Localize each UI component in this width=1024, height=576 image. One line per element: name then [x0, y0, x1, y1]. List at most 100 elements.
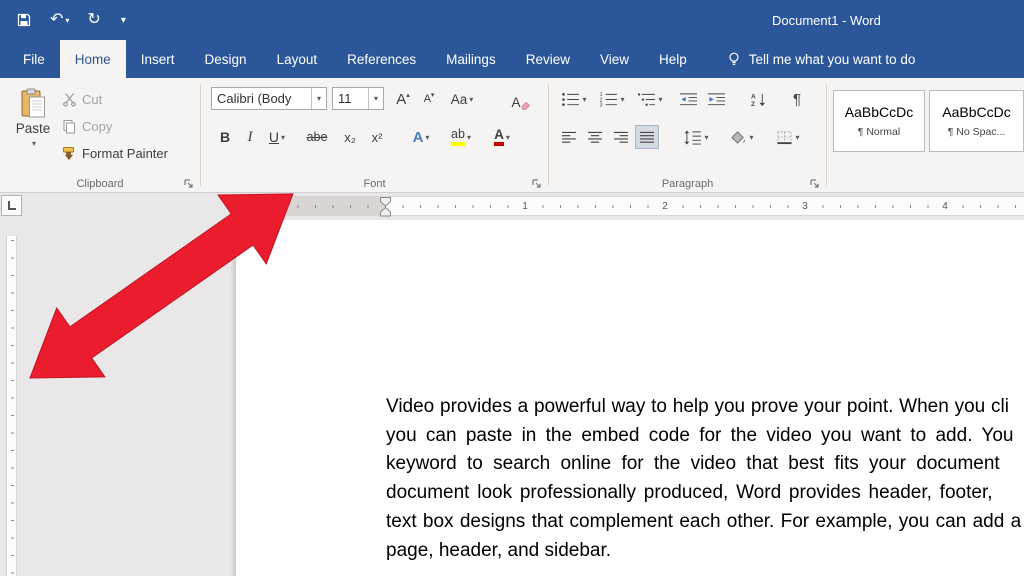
paste-button[interactable]: Paste ▾: [8, 84, 58, 172]
change-case-button[interactable]: Aa ▾: [445, 87, 479, 111]
align-center-icon: [588, 131, 602, 143]
align-left-icon: [562, 131, 576, 143]
vertical-ruler[interactable]: [6, 236, 17, 576]
bullets-button[interactable]: ▾: [557, 87, 591, 111]
align-center-button[interactable]: [583, 125, 607, 149]
font-name-combo[interactable]: Calibri (Body ▾: [211, 87, 327, 110]
dialog-launcher-icon: [810, 179, 819, 188]
show-paragraph-marks-button[interactable]: ¶: [785, 87, 809, 111]
font-name-dropdown-icon[interactable]: ▾: [311, 88, 326, 109]
highlight-button[interactable]: ab ▾: [443, 125, 479, 149]
highlight-dropdown-icon[interactable]: ▾: [467, 133, 471, 142]
increase-indent-button[interactable]: [703, 87, 729, 111]
font-dialog-launcher[interactable]: [531, 176, 543, 188]
decrease-indent-button[interactable]: [675, 87, 701, 111]
tab-view[interactable]: View: [585, 40, 644, 78]
line-spacing-dropdown-icon[interactable]: ▾: [704, 133, 708, 142]
shading-dropdown-icon[interactable]: ▾: [749, 133, 753, 142]
grow-font-label: A: [396, 90, 407, 108]
copy-icon: [63, 119, 75, 133]
align-right-button[interactable]: [609, 125, 633, 149]
line-spacing-icon: [685, 129, 702, 145]
text-effects-dropdown-icon[interactable]: ▾: [425, 133, 429, 142]
text-effects-label: A: [412, 128, 424, 146]
borders-button[interactable]: ▾: [771, 125, 805, 149]
undo-dropdown-icon[interactable]: ▾: [65, 16, 69, 25]
paragraph-dialog-launcher[interactable]: [809, 176, 821, 188]
horizontal-ruler[interactable]: 1 1 2 3 4: [235, 196, 1024, 217]
format-painter-button[interactable]: Format Painter: [62, 142, 168, 164]
strikethrough-button[interactable]: abe: [301, 125, 333, 149]
clipboard-dialog-launcher[interactable]: [183, 176, 195, 188]
tab-help[interactable]: Help: [644, 40, 702, 78]
font-name-value: Calibri (Body: [217, 91, 292, 106]
shrink-font-button[interactable]: A ▾: [417, 87, 441, 111]
text-effects-button[interactable]: A ▾: [405, 125, 437, 149]
redo-button[interactable]: ↻: [87, 12, 100, 28]
indent-markers[interactable]: [379, 197, 392, 217]
dialog-launcher-icon: [532, 179, 541, 188]
shrink-font-label: A: [423, 93, 431, 105]
tab-stop-selector[interactable]: [1, 195, 22, 216]
change-case-label: Aa: [450, 91, 468, 107]
lightbulb-icon: [729, 52, 739, 65]
tab-review[interactable]: Review: [511, 40, 585, 78]
title-bar: ↶ ▾ ↻ ▾ Document1 - Word: [0, 0, 1024, 40]
style-normal[interactable]: AaBbCcDc ¶ Normal: [833, 90, 925, 152]
cut-button[interactable]: Cut: [62, 88, 102, 110]
styles-group: AaBbCcDc ¶ Normal AaBbCcDc ¶ No Spac...: [827, 78, 1024, 192]
align-left-button[interactable]: [557, 125, 581, 149]
tab-file[interactable]: File: [8, 40, 60, 78]
copy-button[interactable]: Copy: [62, 115, 112, 137]
font-size-value: 11: [338, 91, 352, 106]
bullet-list-icon: [562, 92, 580, 106]
tab-insert[interactable]: Insert: [126, 40, 190, 78]
numbering-button[interactable]: 123 ▾: [595, 87, 629, 111]
font-color-dropdown-icon[interactable]: ▾: [506, 133, 510, 142]
justify-button[interactable]: [635, 125, 659, 149]
tell-me-box[interactable]: Tell me what you want to do: [726, 40, 915, 78]
clear-formatting-button[interactable]: A: [506, 87, 536, 111]
style-no-spacing[interactable]: AaBbCcDc ¶ No Spac...: [929, 90, 1024, 152]
svg-text:A: A: [751, 93, 756, 100]
clipboard-group: Paste ▾ Cut Copy Format Painter Clipboar…: [0, 78, 200, 192]
ribbon-tab-bar: File Home Insert Design Layout Reference…: [0, 40, 1024, 78]
subscript-button[interactable]: x₂: [337, 125, 363, 149]
grow-font-button[interactable]: A ▴: [390, 87, 416, 111]
line-spacing-button[interactable]: ▾: [679, 125, 713, 149]
tab-mailings[interactable]: Mailings: [431, 40, 511, 78]
format-painter-icon: [63, 146, 74, 160]
multilevel-list-button[interactable]: ▾: [633, 87, 667, 111]
undo-button[interactable]: ↶ ▾: [50, 12, 69, 28]
document-area: Video provides a powerful way to help yo…: [0, 220, 1024, 576]
save-icon: [17, 13, 31, 27]
paste-clipboard-icon: [21, 88, 45, 118]
document-page[interactable]: Video provides a powerful way to help yo…: [235, 220, 1024, 576]
paragraph-group: ▾ 123 ▾ ▾ AZ ¶ ▾ ▾ ▾ Paragraph: [549, 78, 826, 192]
bullets-dropdown-icon[interactable]: ▾: [582, 95, 586, 104]
underline-dropdown-icon[interactable]: ▾: [281, 133, 285, 142]
font-size-combo[interactable]: 11 ▾: [332, 87, 384, 110]
tab-layout[interactable]: Layout: [262, 40, 333, 78]
font-size-dropdown-icon[interactable]: ▾: [368, 88, 383, 109]
document-line: page, header, and sidebar.: [386, 539, 612, 561]
numbering-dropdown-icon[interactable]: ▾: [620, 95, 624, 104]
superscript-button[interactable]: x²: [364, 125, 390, 149]
underline-button[interactable]: U ▾: [261, 125, 293, 149]
word-window: ↶ ▾ ↻ ▾ Document1 - Word File Home Inser…: [0, 0, 1024, 576]
multilevel-dropdown-icon[interactable]: ▾: [658, 95, 662, 104]
font-color-button[interactable]: A ▾: [485, 125, 519, 149]
save-button[interactable]: [16, 12, 32, 28]
shading-button[interactable]: ▾: [725, 125, 759, 149]
borders-dropdown-icon[interactable]: ▾: [795, 133, 799, 142]
ruler-number: 4: [939, 200, 951, 213]
italic-button[interactable]: I: [239, 125, 261, 149]
customize-qat-button[interactable]: ▾: [119, 15, 126, 26]
bold-button[interactable]: B: [213, 125, 237, 149]
sort-button[interactable]: AZ: [745, 87, 771, 111]
ruler-row: 1 1 2 3 4: [0, 193, 1024, 220]
tab-references[interactable]: References: [332, 40, 431, 78]
tab-home[interactable]: Home: [59, 40, 126, 78]
tab-design[interactable]: Design: [190, 40, 262, 78]
style-name: ¶ Normal: [857, 126, 901, 138]
